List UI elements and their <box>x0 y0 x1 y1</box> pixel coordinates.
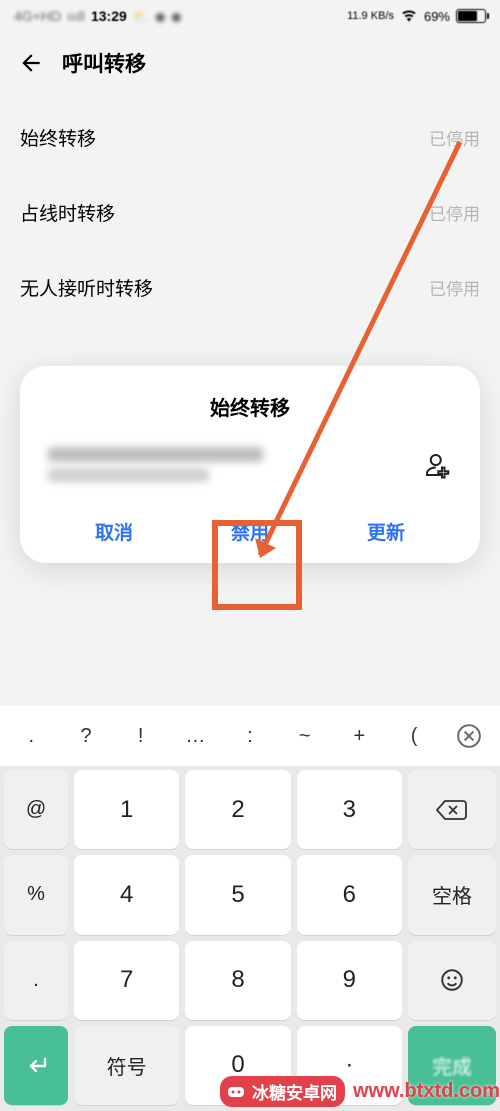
watermark-badge: 冰糖安卓网 <box>220 1076 345 1107</box>
num-key[interactable]: 8 <box>185 941 290 1020</box>
space-key[interactable]: 空格 <box>408 855 496 934</box>
side-key[interactable]: % <box>4 855 68 934</box>
num-key[interactable]: 2 <box>185 770 290 849</box>
num-key[interactable]: 4 <box>74 855 179 934</box>
sym-key[interactable]: ~ <box>277 725 332 748</box>
watermark-text: 冰糖安卓网 <box>252 1079 337 1104</box>
sym-key[interactable]: ? <box>59 725 114 748</box>
sym-key[interactable]: ( <box>387 725 442 748</box>
sym-key[interactable]: + <box>332 725 387 748</box>
watermark: 冰糖安卓网 www.btxtd.com <box>220 1076 500 1107</box>
sym-key[interactable]: : <box>223 725 278 748</box>
annotation-highlight-box <box>212 520 302 610</box>
delete-key-icon[interactable] <box>408 770 496 849</box>
side-key[interactable]: . <box>4 941 68 1020</box>
hide-keyboard-icon[interactable] <box>4 1026 68 1105</box>
backspace-symbol-icon[interactable] <box>441 723 496 749</box>
sym-key[interactable]: . <box>4 725 59 748</box>
num-key[interactable]: 7 <box>74 941 179 1020</box>
num-key[interactable]: 5 <box>185 855 290 934</box>
sym-key[interactable]: ! <box>113 725 168 748</box>
emoji-key-icon[interactable] <box>408 941 496 1020</box>
num-key[interactable]: 6 <box>297 855 402 934</box>
num-key[interactable]: 3 <box>297 770 402 849</box>
symbol-key[interactable]: 符号 <box>74 1026 179 1105</box>
num-key[interactable]: 9 <box>297 941 402 1020</box>
sym-key[interactable]: … <box>168 725 223 748</box>
side-key[interactable]: @ <box>4 770 68 849</box>
num-key[interactable]: 1 <box>74 770 179 849</box>
symbol-row: . ? ! … : ~ + ( <box>0 706 500 766</box>
keyboard: . ? ! … : ~ + ( @ 1 2 3 % 4 5 6 空格 . 7 8… <box>0 706 500 1111</box>
watermark-url: www.btxtd.com <box>353 1080 500 1103</box>
